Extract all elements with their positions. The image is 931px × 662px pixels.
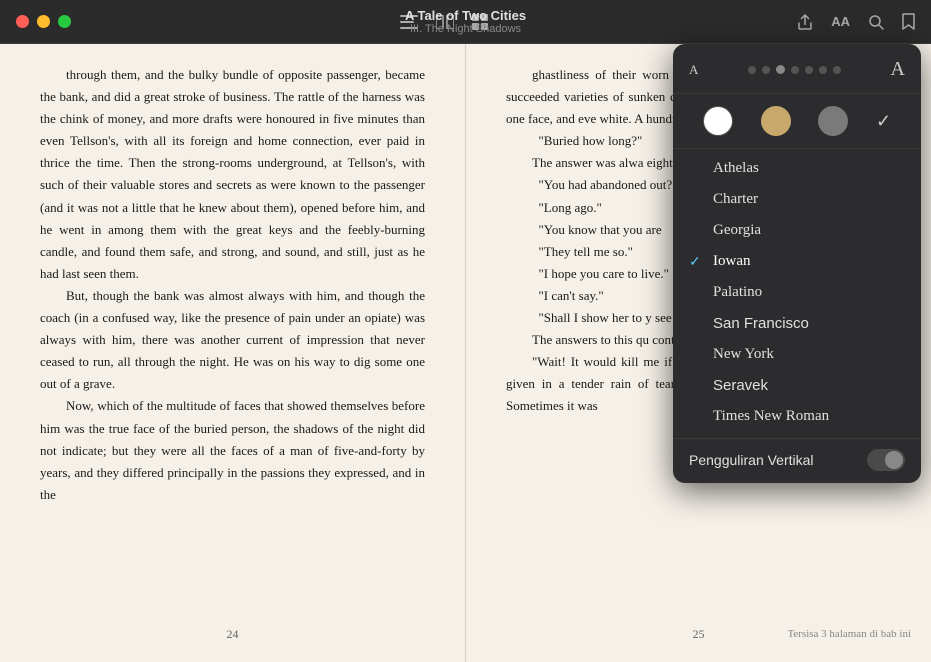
- book-title-area: A Tale of Two Cities III. The Night Shad…: [405, 8, 526, 35]
- font-item-iowan[interactable]: ✓ Iowan: [673, 246, 921, 277]
- page-left-para-1: through them, and the bulky bundle of op…: [40, 64, 425, 285]
- theme-gray[interactable]: [818, 106, 848, 136]
- font-item-palatino[interactable]: Palatino: [673, 277, 921, 308]
- toggle-knob: [885, 451, 903, 469]
- theme-selected-check: ✓: [876, 106, 891, 136]
- font-dot-3: [776, 65, 785, 74]
- theme-white[interactable]: [703, 106, 733, 136]
- vertical-scroll-toggle[interactable]: [867, 449, 905, 471]
- font-name-times-new-roman: Times New Roman: [713, 408, 905, 425]
- titlebar: A Tale of Two Cities III. The Night Shad…: [0, 0, 931, 44]
- font-item-times-new-roman[interactable]: Times New Roman: [673, 401, 921, 432]
- vertical-scroll-row: Pengguliran Vertikal: [673, 438, 921, 483]
- font-dot-1: [748, 66, 756, 74]
- close-button[interactable]: [16, 15, 29, 28]
- font-dot-2: [762, 66, 770, 74]
- font-name-georgia: Georgia: [713, 222, 905, 239]
- font-name-charter: Charter: [713, 191, 905, 208]
- book-title: A Tale of Two Cities: [405, 8, 526, 23]
- font-name-iowan: Iowan: [713, 253, 905, 270]
- font-dot-6: [819, 66, 827, 74]
- search-button[interactable]: [868, 14, 884, 30]
- page-left-para-2: ​But, though the bank was almost always …: [40, 285, 425, 395]
- page-number-right: 25: [693, 624, 705, 644]
- font-dot-5: [805, 66, 813, 74]
- font-name-palatino: Palatino: [713, 284, 905, 301]
- bookmark-button[interactable]: [902, 13, 915, 30]
- font-settings-button[interactable]: AA: [831, 14, 850, 29]
- font-name-new-york: New York: [713, 346, 905, 363]
- page-status: Tersisa 3 halaman di bab ini: [787, 625, 911, 644]
- fullscreen-button[interactable]: [58, 15, 71, 28]
- font-settings-panel: A A ✓ Athelas Charter Georgia: [673, 44, 921, 483]
- font-size-indicator: [748, 65, 841, 74]
- font-name-athelas: Athelas: [713, 160, 905, 177]
- font-item-new-york[interactable]: New York: [673, 339, 921, 370]
- toolbar-right: AA: [797, 13, 915, 31]
- font-item-seravek[interactable]: Seravek: [673, 370, 921, 401]
- font-size-controls: A A: [673, 58, 921, 94]
- font-item-georgia[interactable]: Georgia: [673, 215, 921, 246]
- font-list: Athelas Charter Georgia ✓ Iowan Palatino…: [673, 149, 921, 436]
- traffic-lights: [16, 15, 71, 28]
- font-dot-4: [791, 66, 799, 74]
- theme-selector: ✓: [673, 94, 921, 149]
- page-number-left: 24: [227, 624, 239, 644]
- font-item-charter[interactable]: Charter: [673, 184, 921, 215]
- theme-sepia[interactable]: [761, 106, 791, 136]
- minimize-button[interactable]: [37, 15, 50, 28]
- font-check-iowan: ✓: [689, 253, 705, 270]
- page-left-para-3: ​Now, which of the multitude of faces th…: [40, 395, 425, 505]
- share-button[interactable]: [797, 13, 813, 31]
- vertical-scroll-label: Pengguliran Vertikal: [689, 452, 814, 468]
- font-size-increase-label: A: [891, 58, 905, 81]
- font-dot-7: [833, 66, 841, 74]
- font-item-san-francisco[interactable]: San Francisco: [673, 308, 921, 339]
- font-name-seravek: Seravek: [713, 377, 905, 394]
- font-size-decrease-label: A: [689, 62, 698, 78]
- font-item-athelas[interactable]: Athelas: [673, 153, 921, 184]
- font-name-san-francisco: San Francisco: [713, 315, 905, 332]
- page-left: through them, and the bulky bundle of op…: [0, 44, 466, 662]
- book-chapter: III. The Night Shadows: [405, 23, 526, 35]
